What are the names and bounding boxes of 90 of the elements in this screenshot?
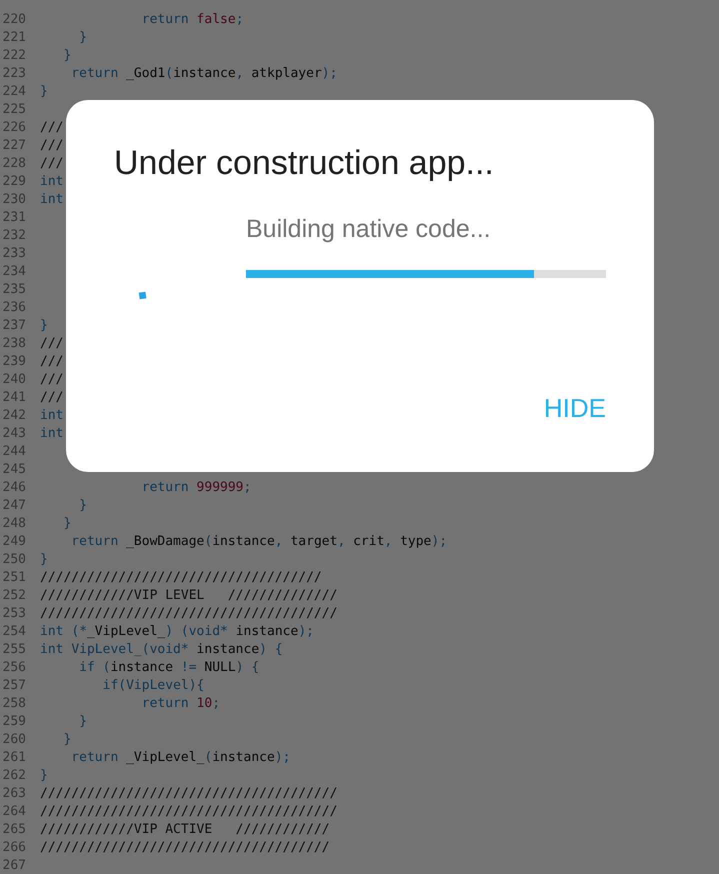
code-line: ////////////VIP LEVEL ////////////// — [40, 587, 338, 605]
line-number: 259 — [2, 713, 26, 731]
hide-button[interactable]: HIDE — [534, 389, 616, 428]
code-line: return 999999; — [140, 479, 252, 497]
code-line: } — [78, 29, 87, 47]
line-number: 232 — [2, 227, 26, 245]
code-line: int — [40, 425, 64, 443]
line-number: 246 — [2, 479, 26, 497]
code-line: return _VipLevel_(instance); — [70, 749, 290, 767]
line-number: 242 — [2, 407, 26, 425]
code-line: return _God1(instance, atkplayer); — [70, 65, 338, 83]
line-number: 250 — [2, 551, 26, 569]
line-number: 262 — [2, 767, 26, 785]
line-number: 229 — [2, 173, 26, 191]
line-number: 243 — [2, 425, 26, 443]
dialog-title: Under construction app... — [114, 143, 495, 184]
line-number: 252 — [2, 587, 26, 605]
line-number: 236 — [2, 299, 26, 317]
code-line: int — [40, 173, 64, 191]
line-number: 256 — [2, 659, 26, 677]
line-number: 238 — [2, 335, 26, 353]
code-line: /// — [40, 389, 64, 407]
code-line: int (*_VipLevel_) (void* instance); — [40, 623, 314, 641]
code-line: } — [40, 83, 48, 101]
line-number: 251 — [2, 569, 26, 587]
code-line: int VipLevel_(void* instance) { — [40, 641, 283, 659]
line-number: 258 — [2, 695, 26, 713]
code-line: return false; — [140, 11, 244, 29]
code-line: ///////////////////////////////////// — [40, 839, 330, 857]
code-line: ////////////////////////////////////// — [40, 803, 338, 821]
code-line: int — [40, 191, 64, 209]
code-line: /// — [40, 119, 64, 137]
code-line: } — [78, 497, 87, 515]
code-line: int — [40, 407, 64, 425]
code-line: //////////////////////////////////// — [40, 569, 322, 587]
line-number: 225 — [2, 101, 26, 119]
code-line: /// — [40, 137, 64, 155]
line-number: 230 — [2, 191, 26, 209]
line-number: 228 — [2, 155, 26, 173]
line-number: 260 — [2, 731, 26, 749]
line-number: 264 — [2, 803, 26, 821]
code-line: return 10; — [140, 695, 220, 713]
line-number: 261 — [2, 749, 26, 767]
code-line: } — [62, 731, 72, 749]
line-number: 257 — [2, 677, 26, 695]
line-number: 265 — [2, 821, 26, 839]
code-line: } — [40, 767, 48, 785]
line-number: 226 — [2, 119, 26, 137]
code-line: /// — [40, 353, 64, 371]
line-number: 247 — [2, 497, 26, 515]
line-number: 255 — [2, 641, 26, 659]
line-number: 235 — [2, 281, 26, 299]
line-number: 221 — [2, 29, 26, 47]
line-number: 231 — [2, 209, 26, 227]
line-number: 237 — [2, 317, 26, 335]
line-number: 233 — [2, 245, 26, 263]
line-number: 224 — [2, 83, 26, 101]
line-number: 220 — [2, 11, 26, 29]
code-line: } — [62, 515, 72, 533]
line-number: 254 — [2, 623, 26, 641]
code-line: if (instance != NULL) { — [78, 659, 260, 677]
line-number: 253 — [2, 605, 26, 623]
line-number: 241 — [2, 389, 26, 407]
progress-message: Building native code... — [246, 214, 492, 245]
line-number: 245 — [2, 461, 26, 479]
code-line: if(VipLevel){ — [102, 677, 204, 695]
line-number: 223 — [2, 65, 26, 83]
code-line: } — [62, 47, 72, 65]
code-line: ////////////////////////////////////// — [40, 605, 338, 623]
line-number: 244 — [2, 443, 26, 461]
line-number: 240 — [2, 371, 26, 389]
line-number: 222 — [2, 47, 26, 65]
code-line: /// — [40, 335, 64, 353]
code-line: return _BowDamage(instance, target, crit, type); — [70, 533, 448, 551]
line-number: 267 — [2, 857, 26, 874]
line-number: 227 — [2, 137, 26, 155]
code-line: /// — [40, 155, 64, 173]
code-line: ////////////VIP ACTIVE //////////// — [40, 821, 330, 839]
spinner-icon — [138, 290, 148, 301]
code-line: } — [78, 713, 87, 731]
code-line: } — [40, 551, 48, 569]
code-line: /// — [40, 371, 64, 389]
line-number: 263 — [2, 785, 26, 803]
code-line: } — [40, 317, 48, 335]
line-number: 239 — [2, 353, 26, 371]
line-number: 249 — [2, 533, 26, 551]
line-number: 234 — [2, 263, 26, 281]
line-number: 248 — [2, 515, 26, 533]
line-number: 266 — [2, 839, 26, 857]
code-line: ////////////////////////////////////// — [40, 785, 338, 803]
